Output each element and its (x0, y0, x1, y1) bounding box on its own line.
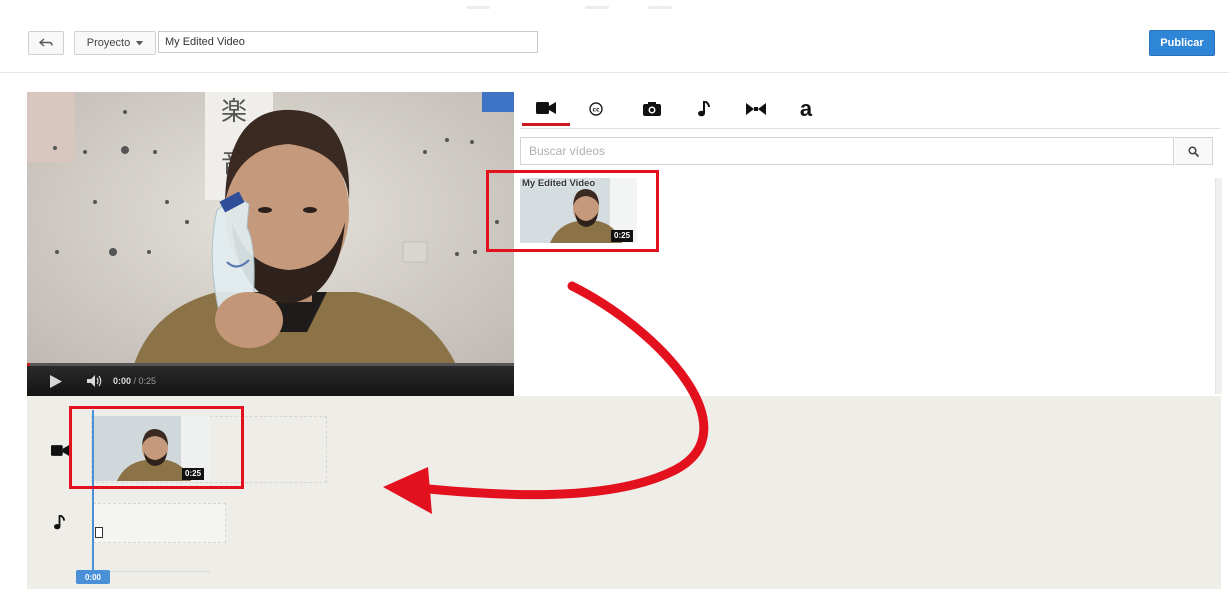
duration-time: / 0:25 (133, 376, 157, 386)
player-controls: 0:00 / 0:25 (27, 363, 514, 396)
playhead-time[interactable]: 0:00 (76, 570, 110, 584)
play-icon (50, 374, 62, 388)
music-note-icon (698, 101, 710, 117)
library-tabs: cc a (520, 88, 1220, 129)
video-camera-icon (51, 444, 69, 456)
project-menu-label: Proyecto (86, 37, 131, 49)
video-track-label (50, 443, 70, 457)
audio-trim-handle[interactable] (95, 527, 103, 538)
library-item-title: My Edited Video (522, 178, 596, 189)
tab-transitions[interactable] (732, 92, 780, 126)
library-video-item[interactable]: My Edited Video 0:25 (520, 178, 637, 243)
current-time: 0:00 (113, 376, 132, 386)
photo-camera-icon (643, 102, 661, 116)
undo-arrow-icon (39, 38, 53, 47)
tab-creative-commons[interactable]: cc (572, 92, 620, 126)
timeline-ruler (110, 571, 210, 572)
publish-button[interactable]: Publicar (1149, 30, 1215, 56)
tab-video[interactable] (522, 92, 570, 126)
toolbar-decoration (585, 6, 609, 9)
caret-down-icon (136, 40, 144, 45)
search-icon (1188, 145, 1199, 157)
library-scrollbar[interactable] (1215, 178, 1222, 394)
svg-text:楽: 楽 (221, 97, 247, 127)
toolbar-decoration (466, 6, 490, 9)
volume-button[interactable] (83, 375, 107, 387)
video-frame-image: 楽 音 (27, 92, 514, 396)
music-note-icon (53, 514, 65, 529)
seek-bar-fill (27, 363, 30, 366)
audio-track-label (52, 513, 66, 531)
editor-toolbar: Proyecto Publicar (0, 0, 1229, 73)
toolbar-decoration (648, 6, 672, 9)
timeline-video-clip[interactable]: 0:25 (93, 416, 210, 481)
creative-commons-icon: cc (589, 102, 603, 116)
bowtie-transition-icon (746, 103, 766, 115)
tab-text[interactable]: a (782, 92, 830, 126)
playhead[interactable] (92, 410, 94, 578)
back-button[interactable] (28, 31, 64, 55)
volume-icon (87, 375, 102, 387)
audio-track-dropzone[interactable] (93, 503, 226, 543)
library-item-duration: 0:25 (611, 230, 634, 242)
play-button[interactable] (41, 374, 71, 388)
search-button[interactable] (1175, 137, 1213, 165)
project-title-input[interactable] (158, 31, 538, 53)
text-a-icon: a (799, 96, 813, 121)
video-search-input[interactable] (520, 137, 1174, 165)
tab-audio[interactable] (680, 92, 728, 126)
video-preview-player[interactable]: 楽 音 (27, 92, 514, 396)
tab-photos[interactable] (628, 92, 676, 126)
clip-duration: 0:25 (182, 468, 205, 480)
project-menu-button[interactable]: Proyecto (74, 31, 156, 55)
time-display: 0:00 / 0:25 (113, 376, 156, 386)
seek-bar[interactable] (27, 363, 514, 366)
video-camera-icon (536, 101, 556, 114)
svg-text:cc: cc (592, 107, 600, 114)
